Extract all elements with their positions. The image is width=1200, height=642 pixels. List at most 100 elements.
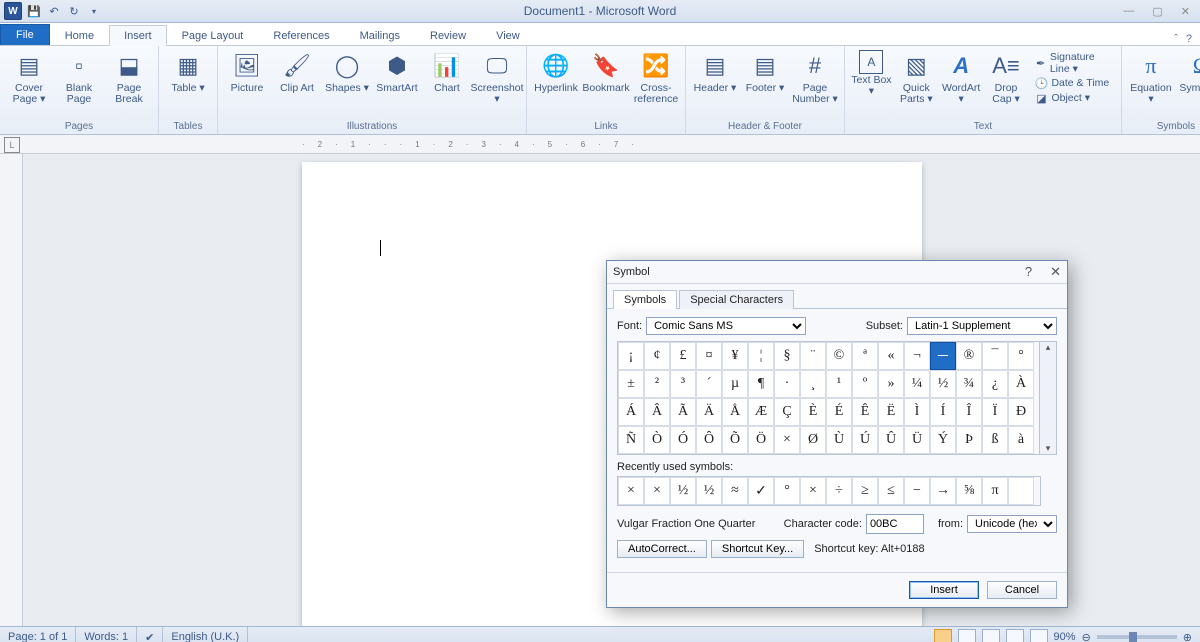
qat-dropdown-icon[interactable]: ▾	[86, 3, 102, 19]
tab-view[interactable]: View	[481, 25, 535, 46]
wordart-button[interactable]: AWordArt ▾	[939, 48, 984, 121]
symbol-cell[interactable]: ¶	[748, 370, 774, 398]
subset-select[interactable]: Latin-1 Supplement	[907, 317, 1057, 335]
recent-symbol-cell[interactable]: ×	[644, 477, 670, 505]
symbol-cell[interactable]: Õ	[722, 426, 748, 454]
symbol-cell[interactable]: －	[930, 342, 956, 370]
tab-file[interactable]: File	[0, 24, 50, 45]
symbol-cell[interactable]: ¬	[904, 342, 930, 370]
zoom-in-icon[interactable]: ⊕	[1183, 631, 1192, 642]
recent-symbol-cell[interactable]: ÷	[826, 477, 852, 505]
symbol-cell[interactable]: ×	[774, 426, 800, 454]
grid-scrollbar[interactable]: ▴▾	[1039, 341, 1057, 455]
symbol-cell[interactable]: ³	[670, 370, 696, 398]
symbol-cell[interactable]: °	[1008, 342, 1034, 370]
clip-art-button[interactable]: 🖌Clip Art	[272, 48, 322, 121]
footer-button[interactable]: ▤Footer ▾	[740, 48, 790, 121]
symbol-cell[interactable]: ©	[826, 342, 852, 370]
symbol-cell[interactable]: à	[1008, 426, 1034, 454]
symbol-cell[interactable]: ¹	[826, 370, 852, 398]
symbol-cell[interactable]: À	[1008, 370, 1034, 398]
symbol-cell[interactable]: ¯	[982, 342, 1008, 370]
symbol-cell[interactable]: Ð	[1008, 398, 1034, 426]
symbol-cell[interactable]: Æ	[748, 398, 774, 426]
recent-symbol-cell[interactable]: ≥	[852, 477, 878, 505]
cover-page-button[interactable]: ▤Cover Page ▾	[4, 48, 54, 121]
tab-home[interactable]: Home	[50, 25, 109, 46]
tab-selector-icon[interactable]: L	[4, 137, 20, 153]
zoom-out-icon[interactable]: ⊖	[1082, 631, 1091, 642]
symbol-cell[interactable]: ²	[644, 370, 670, 398]
view-print-layout-icon[interactable]	[934, 629, 952, 642]
recent-symbol-cell[interactable]: °	[774, 477, 800, 505]
redo-icon[interactable]: ↻	[66, 3, 82, 19]
view-outline-icon[interactable]	[1006, 629, 1024, 642]
symbol-cell[interactable]: Â	[644, 398, 670, 426]
from-select[interactable]: Unicode (hex)	[967, 515, 1057, 533]
symbol-cell[interactable]: Ü	[904, 426, 930, 454]
symbol-cell[interactable]: Ú	[852, 426, 878, 454]
recent-symbol-cell[interactable]: ×	[618, 477, 644, 505]
autocorrect-button[interactable]: AutoCorrect...	[617, 540, 707, 558]
symbol-button[interactable]: ΩSymbol ▾	[1176, 48, 1200, 121]
object-button[interactable]: ◪Object ▾	[1034, 91, 1117, 105]
picture-button[interactable]: 🖼Picture	[222, 48, 272, 121]
scroll-down-icon[interactable]: ▾	[1046, 443, 1051, 454]
tab-symbols[interactable]: Symbols	[613, 290, 677, 309]
symbol-cell[interactable]: Û	[878, 426, 904, 454]
dialog-help-icon[interactable]: ?	[1025, 264, 1032, 280]
symbol-cell[interactable]: ·	[774, 370, 800, 398]
symbol-cell[interactable]: Ó	[670, 426, 696, 454]
symbol-cell[interactable]: ¼	[904, 370, 930, 398]
ribbon-minimize-icon[interactable]: ˆ	[1174, 33, 1178, 45]
vertical-ruler[interactable]	[0, 154, 23, 626]
recent-symbols[interactable]: ××½½≈✓°×÷≥≤−→⅝π	[617, 476, 1041, 506]
save-icon[interactable]: 💾	[26, 3, 42, 19]
symbol-cell[interactable]: Ê	[852, 398, 878, 426]
symbol-cell[interactable]: Ò	[644, 426, 670, 454]
tab-insert[interactable]: Insert	[109, 25, 167, 46]
symbol-grid[interactable]: ¡¢£¤¥¦§¨©ª«¬－®¯°±²³´µ¶·¸¹º»¼½¾¿ÀÁÂÃÄÅÆÇÈ…	[617, 341, 1041, 455]
view-web-icon[interactable]	[982, 629, 1000, 642]
equation-button[interactable]: πEquation ▾	[1126, 48, 1176, 121]
scroll-up-icon[interactable]: ▴	[1046, 342, 1051, 353]
recent-symbol-cell[interactable]: ≈	[722, 477, 748, 505]
status-proofing[interactable]: ✔	[137, 627, 163, 642]
symbol-cell[interactable]: Î	[956, 398, 982, 426]
undo-icon[interactable]: ↶	[46, 3, 62, 19]
symbol-cell[interactable]: Í	[930, 398, 956, 426]
symbol-cell[interactable]: Ý	[930, 426, 956, 454]
symbol-cell[interactable]: Ô	[696, 426, 722, 454]
symbol-cell[interactable]: ¥	[722, 342, 748, 370]
recent-symbol-cell[interactable]: ½	[670, 477, 696, 505]
status-words[interactable]: Words: 1	[76, 627, 137, 642]
symbol-cell[interactable]: ª	[852, 342, 878, 370]
page-break-button[interactable]: ⬓Page Break	[104, 48, 154, 121]
symbol-cell[interactable]: º	[852, 370, 878, 398]
tab-references[interactable]: References	[258, 25, 344, 46]
tab-page-layout[interactable]: Page Layout	[167, 25, 259, 46]
symbol-cell[interactable]: §	[774, 342, 800, 370]
close-icon[interactable]: ✕	[1181, 5, 1190, 18]
symbol-cell[interactable]: ´	[696, 370, 722, 398]
status-page[interactable]: Page: 1 of 1	[0, 627, 76, 642]
symbol-cell[interactable]: Ñ	[618, 426, 644, 454]
screenshot-button[interactable]: 🖵Screenshot ▾	[472, 48, 522, 121]
maximize-icon[interactable]: ▢	[1152, 5, 1162, 18]
view-full-screen-icon[interactable]	[958, 629, 976, 642]
date-time-button[interactable]: 🕒Date & Time	[1034, 76, 1117, 90]
symbol-cell[interactable]: ¦	[748, 342, 774, 370]
cross-ref-button[interactable]: 🔀Cross-reference	[631, 48, 681, 121]
horizontal-ruler[interactable]: L ·2·1···1·2·3·4·5·6·7·	[0, 135, 1200, 154]
symbol-cell[interactable]: £	[670, 342, 696, 370]
symbol-cell[interactable]: ¢	[644, 342, 670, 370]
zoom-slider[interactable]	[1097, 635, 1177, 639]
help-icon[interactable]: ?	[1186, 33, 1192, 45]
symbol-cell[interactable]: ¤	[696, 342, 722, 370]
page-number-button[interactable]: #Page Number ▾	[790, 48, 840, 121]
minimize-icon[interactable]: —	[1123, 5, 1134, 18]
tab-review[interactable]: Review	[415, 25, 481, 46]
recent-symbol-cell[interactable]: ×	[800, 477, 826, 505]
symbol-cell[interactable]: Ë	[878, 398, 904, 426]
header-button[interactable]: ▤Header ▾	[690, 48, 740, 121]
